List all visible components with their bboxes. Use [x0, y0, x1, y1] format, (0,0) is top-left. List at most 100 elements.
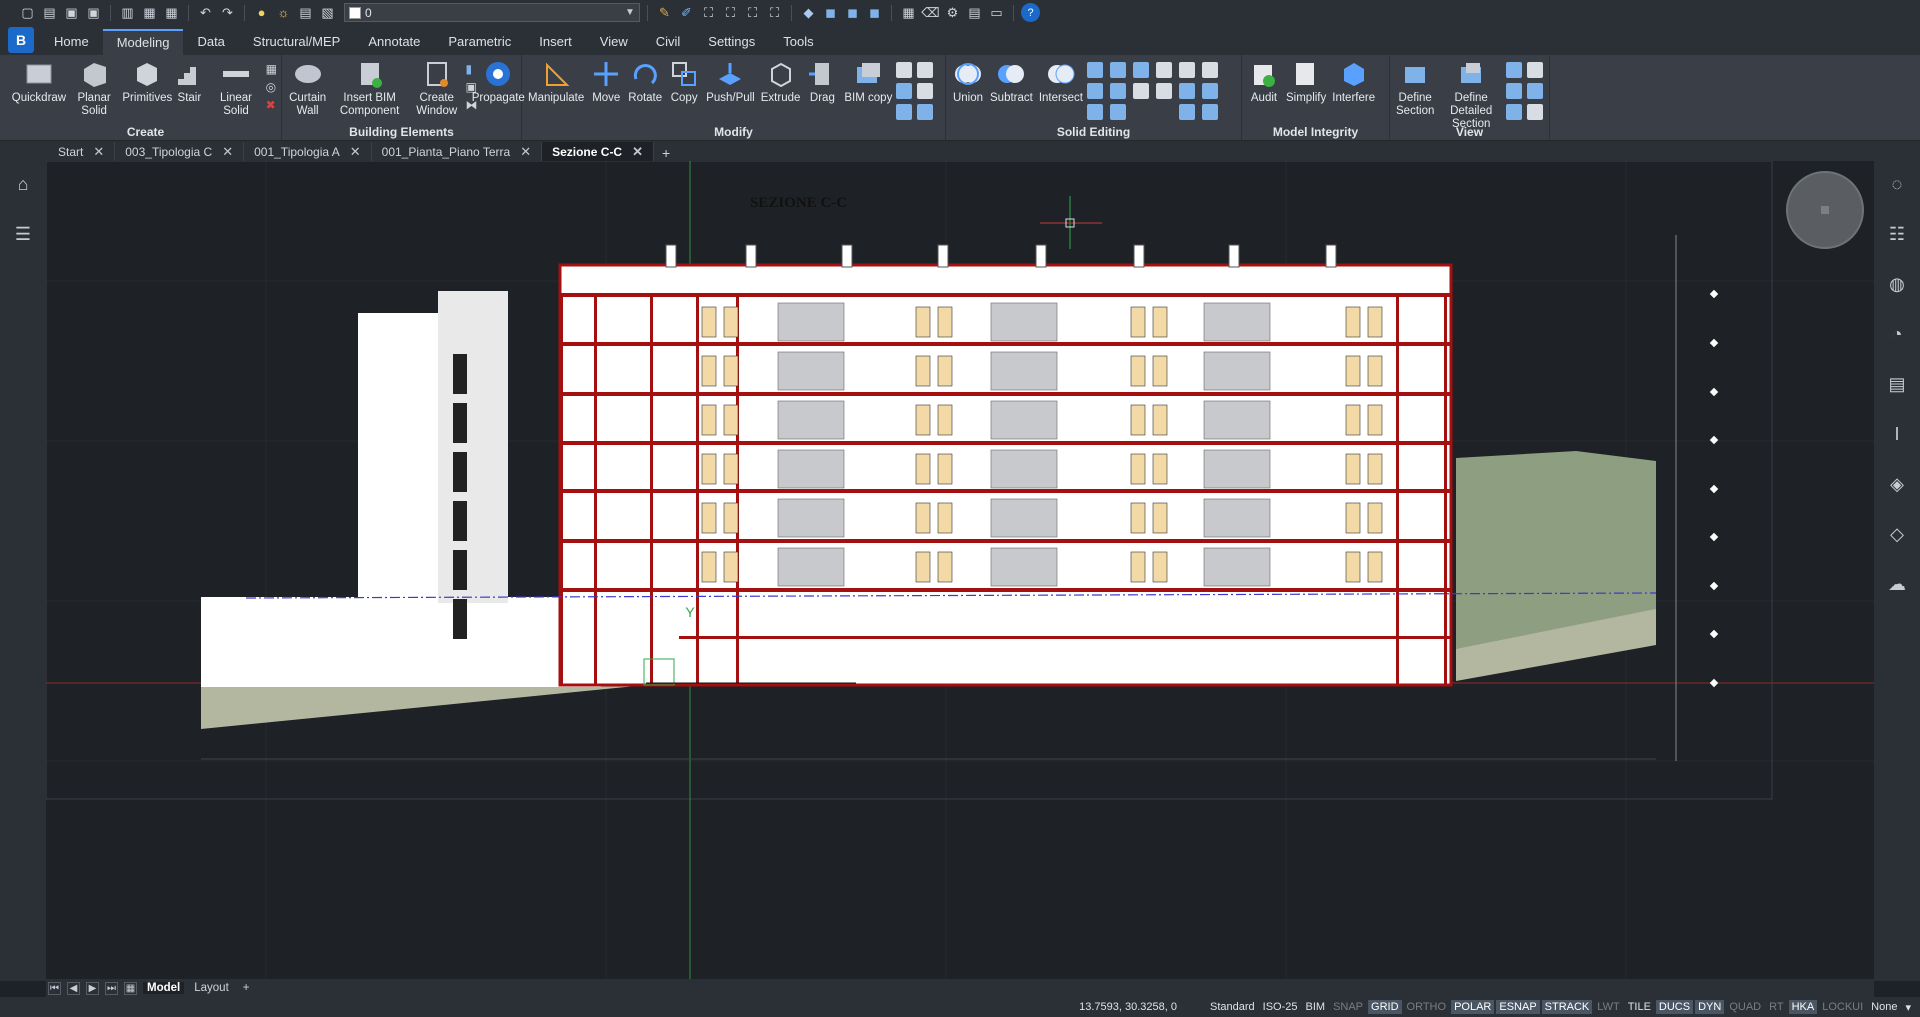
- open-icon[interactable]: ▤: [40, 3, 59, 22]
- trim-icon[interactable]: [917, 62, 934, 78]
- status-toggle-ortho[interactable]: ORTHO: [1404, 1000, 1450, 1014]
- tab-model[interactable]: Model: [143, 982, 185, 994]
- close-icon[interactable]: ✕: [350, 144, 361, 160]
- tab-settings[interactable]: Settings: [694, 29, 769, 55]
- status-toggle-dyn[interactable]: DYN: [1695, 1000, 1725, 1014]
- column-icon[interactable]: ▮: [466, 62, 478, 76]
- chamfer-icon[interactable]: [1178, 104, 1195, 120]
- sliders-icon[interactable]: ☷: [1884, 221, 1910, 247]
- cube-icon[interactable]: ◼: [821, 3, 840, 22]
- view-navigator-cube[interactable]: [1786, 171, 1864, 249]
- explode-icon[interactable]: [896, 83, 913, 99]
- separate-icon[interactable]: [1155, 83, 1172, 99]
- first-layout-icon[interactable]: ⏮: [48, 981, 61, 995]
- delete-faces-icon[interactable]: [1155, 62, 1172, 78]
- sun-icon[interactable]: ☼: [274, 3, 293, 22]
- scale-icon[interactable]: [896, 104, 913, 120]
- doc-tab-003-tipologia-c[interactable]: 003_Tipologia C ✕: [115, 142, 245, 161]
- undo-icon[interactable]: ↶: [196, 3, 215, 22]
- last-layout-icon[interactable]: ⏭: [105, 981, 118, 995]
- extrude-faces-icon[interactable]: [1086, 62, 1103, 78]
- home-icon[interactable]: ⌂: [10, 171, 36, 197]
- spiral-icon[interactable]: ◎: [266, 80, 277, 94]
- status-toggle-none[interactable]: None: [1868, 1000, 1900, 1014]
- fillet-icon[interactable]: [1109, 104, 1126, 120]
- tab-structural-mep[interactable]: Structural/MEP: [239, 29, 354, 55]
- doc-tab-sezione-c-c[interactable]: Sezione C-C ✕: [542, 142, 655, 161]
- clean-icon[interactable]: [1086, 104, 1103, 120]
- delete-icon[interactable]: ✖: [266, 98, 277, 112]
- image-icon[interactable]: ▭: [987, 3, 1006, 22]
- close-icon[interactable]: ✕: [632, 144, 643, 160]
- close-icon[interactable]: ✕: [520, 144, 531, 160]
- move-icon[interactable]: ⛶: [765, 3, 784, 22]
- status-toggle-tile[interactable]: TILE: [1625, 1000, 1654, 1014]
- status-toggle-lwt[interactable]: LWT: [1594, 1000, 1622, 1014]
- filter-icon[interactable]: ⛶: [721, 3, 740, 22]
- tab-annotate[interactable]: Annotate: [354, 29, 434, 55]
- tab-data[interactable]: Data: [183, 29, 238, 55]
- light-icon[interactable]: ●: [252, 3, 271, 22]
- cloud-upload-icon[interactable]: ☁: [1884, 571, 1910, 597]
- view-tool-5-icon[interactable]: [1506, 104, 1522, 120]
- check-icon[interactable]: [1201, 83, 1218, 99]
- status-toggle-esnap[interactable]: ESNAP: [1496, 1000, 1540, 1014]
- doc-tab-start[interactable]: Start ✕: [48, 142, 116, 161]
- layer-dropdown[interactable]: 0 ▼: [344, 3, 640, 22]
- imprint-icon[interactable]: [1132, 83, 1149, 99]
- status-toggle-bim[interactable]: BIM: [1303, 1000, 1329, 1014]
- new-tab-button[interactable]: +: [654, 145, 678, 161]
- status-toggle-snap[interactable]: SNAP: [1330, 1000, 1366, 1014]
- grip-icon[interactable]: ⛶: [743, 3, 762, 22]
- lightbulb-icon[interactable]: ◌: [1884, 171, 1910, 197]
- tab-insert[interactable]: Insert: [525, 29, 586, 55]
- status-toggle-hka[interactable]: HKA: [1788, 1000, 1818, 1014]
- tab-parametric[interactable]: Parametric: [434, 29, 525, 55]
- view-tool-3-icon[interactable]: [1506, 83, 1522, 99]
- color-faces-icon[interactable]: [1109, 83, 1126, 99]
- next-layout-icon[interactable]: ▶: [86, 981, 99, 995]
- eraser-icon[interactable]: ⌫: [921, 3, 940, 22]
- view-tool-1-icon[interactable]: [1506, 62, 1522, 78]
- cube3-icon[interactable]: ◼: [865, 3, 884, 22]
- layout-menu-icon[interactable]: ▦: [124, 981, 137, 995]
- save-as-icon[interactable]: ▣: [84, 3, 103, 22]
- rotate-faces-icon[interactable]: [1178, 62, 1195, 78]
- close-icon[interactable]: ✕: [93, 144, 104, 160]
- cube2-icon[interactable]: ◼: [843, 3, 862, 22]
- tab-modeling[interactable]: Modeling: [102, 29, 184, 55]
- grid-icon[interactable]: ▦: [266, 62, 277, 76]
- stretch-icon[interactable]: [917, 83, 934, 99]
- taper-faces-icon[interactable]: [1201, 62, 1218, 78]
- view-tool-6-icon[interactable]: [1527, 104, 1543, 120]
- tab-tools[interactable]: Tools: [769, 29, 827, 55]
- layers-icon[interactable]: ◈: [1884, 471, 1910, 497]
- tab-view[interactable]: View: [586, 29, 642, 55]
- signal-icon[interactable]: ◔: [1884, 321, 1910, 347]
- status-toggle-grid[interactable]: GRID: [1368, 1000, 1402, 1014]
- shell-icon[interactable]: [1178, 83, 1195, 99]
- status-toggle-strack[interactable]: STRACK: [1541, 1000, 1593, 1014]
- select-icon[interactable]: ⛶: [699, 3, 718, 22]
- library-icon[interactable]: ▤: [1884, 371, 1910, 397]
- copy-faces-icon[interactable]: [1086, 83, 1103, 99]
- cube-icon[interactable]: ◇: [1884, 521, 1910, 547]
- prev-layout-icon[interactable]: ◀: [67, 981, 80, 995]
- doc-tab-001-pianta-piano-terra[interactable]: 001_Pianta_Piano Terra ✕: [372, 142, 543, 161]
- status-toggle-lockui[interactable]: LOCKUI: [1819, 1000, 1866, 1014]
- tab-home[interactable]: Home: [40, 29, 103, 55]
- status-toggle-standard[interactable]: Standard: [1207, 1000, 1258, 1014]
- view-tool-2-icon[interactable]: [1527, 62, 1543, 78]
- move-faces-icon[interactable]: [1109, 62, 1126, 78]
- settings-icon[interactable]: ⚙: [943, 3, 962, 22]
- match-properties-icon[interactable]: ✎: [655, 3, 674, 22]
- offset-faces-icon[interactable]: [1132, 62, 1149, 78]
- close-icon[interactable]: ✕: [222, 144, 233, 160]
- redo-icon[interactable]: ↷: [218, 3, 237, 22]
- plot-icon[interactable]: ▥: [118, 3, 137, 22]
- print-icon[interactable]: ▦: [140, 3, 159, 22]
- structure-tree-icon[interactable]: ☰: [10, 221, 36, 247]
- status-toggle-iso-25[interactable]: ISO-25: [1260, 1000, 1301, 1014]
- slice-icon[interactable]: [1201, 104, 1218, 120]
- align-icon[interactable]: [896, 62, 913, 78]
